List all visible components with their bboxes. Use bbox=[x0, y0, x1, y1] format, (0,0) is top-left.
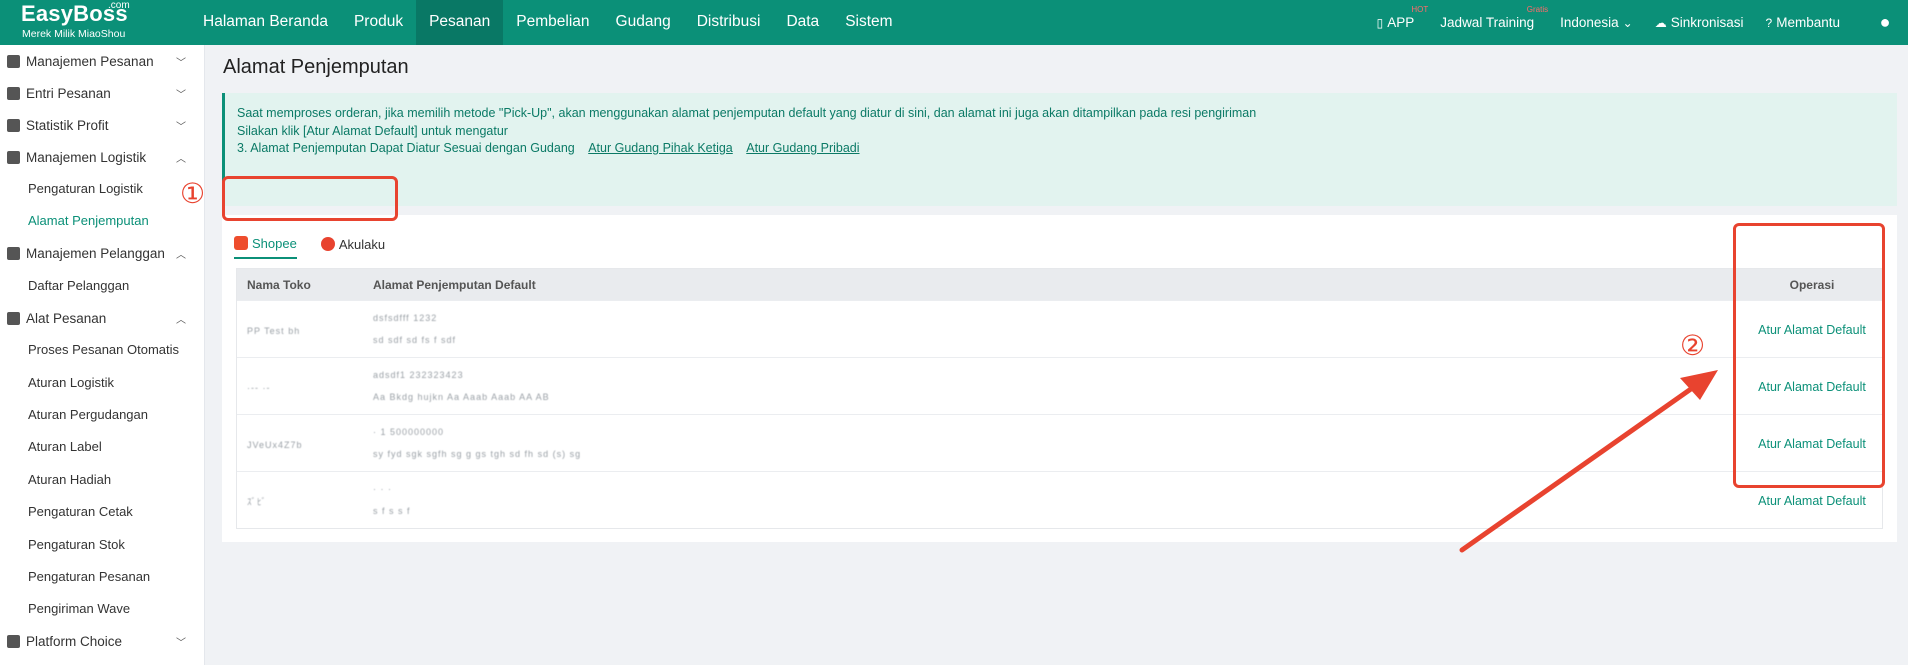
arrow-shaft bbox=[1459, 381, 1701, 553]
annotation-arrow bbox=[1459, 370, 1718, 553]
